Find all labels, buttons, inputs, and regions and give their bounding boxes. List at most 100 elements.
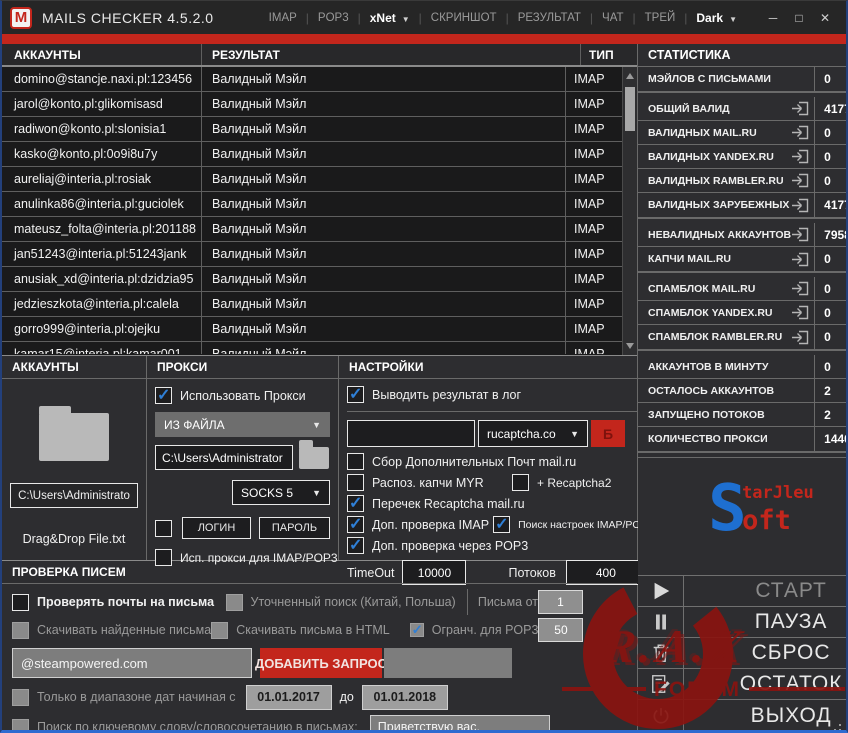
myr-captcha-checkbox[interactable] [347, 474, 364, 491]
table-row[interactable]: anulinka86@interia.pl:guciolek Валидный М… [2, 192, 622, 217]
imap-check-checkbox[interactable] [347, 514, 364, 534]
log-checkbox[interactable] [347, 384, 364, 404]
proxy-type-select[interactable]: SOCKS 5 ▼ [232, 480, 330, 505]
proxy-path-input[interactable] [155, 445, 293, 470]
export-icon[interactable] [791, 227, 809, 242]
captcha-service-select[interactable]: rucaptcha.co ▼ [478, 420, 588, 447]
старт-button[interactable]: СТАРТ [638, 575, 846, 607]
query-extra-field[interactable] [384, 648, 512, 678]
остаток-button[interactable]: ОСТАТОК [638, 668, 846, 700]
close-button[interactable]: ✕ [812, 11, 838, 25]
use-proxy-checkbox[interactable] [155, 385, 172, 405]
table-row[interactable]: jarol@konto.pl:glikomisasd Валидный Мэйл I… [2, 92, 622, 117]
action-buttons: СТАРТ ПАУЗА СБРОС ОСТАТОК ВЫХОД [638, 575, 846, 730]
scroll-down-icon[interactable] [626, 343, 634, 349]
scroll-up-icon[interactable] [626, 73, 634, 79]
scrollbar-thumb[interactable] [625, 87, 635, 131]
minimize-button[interactable]: ─ [760, 11, 786, 25]
menu-item-dark[interactable]: Dark ▼ [687, 11, 746, 25]
pop3-limit-checkbox[interactable] [409, 622, 424, 638]
export-icon[interactable] [791, 173, 809, 188]
export-icon[interactable] [791, 305, 809, 320]
export-icon[interactable] [791, 125, 809, 140]
table-scrollbar[interactable] [622, 67, 637, 355]
table-row[interactable]: kasko@konto.pl:0o9i8u7y Валидный Мэйл IMAP [2, 142, 622, 167]
menu-item-pop3[interactable]: POP3 [309, 12, 358, 24]
date-from-input[interactable] [245, 684, 332, 710]
table-row[interactable]: anusiak_xd@interia.pl:dzidzia95 Валидный … [2, 267, 622, 292]
menu-item-xnet[interactable]: xNet ▼ [361, 11, 419, 25]
stat-label: ВАЛИДНЫХ YANDEX.RU [648, 150, 774, 163]
table-row[interactable]: jan51243@interia.pl:51243jank Валидный Мэ… [2, 242, 622, 267]
results-table: АККАУНТЫ РЕЗУЛЬТАТ ТИП domino@stancje.na… [2, 44, 637, 356]
stat-row: КОЛИЧЕСТВО ПРОКСИ 1440 [638, 427, 846, 451]
menu-item-imap[interactable]: IMAP [260, 12, 306, 24]
stat-value: 0 [814, 120, 846, 145]
titlebar-menu: IMAP | POP3 | xNet ▼ | СКРИНШОТ | РЕЗУЛЬТАТ | ЧАТ | Т… [260, 11, 746, 25]
add-query-button[interactable]: ДОБАВИТЬ ЗАПРОС [255, 648, 387, 678]
accounts-panel: АККАУНТЫ C:\Users\Administrato Drag&Drop… [2, 356, 147, 560]
пауза-button[interactable]: ПАУЗА [638, 606, 846, 638]
stat-row: НЕВАЛИДНЫХ АККАУНТОВ 795847 [638, 222, 846, 247]
cell-result: Валидный Мэйл [202, 342, 566, 354]
table-row[interactable]: mateusz_folta@interia.pl:201188 Валидный … [2, 217, 622, 242]
stat-row: СПАМБЛОК RAMBLER.RU 0 [638, 325, 846, 349]
table-row[interactable]: jedzieszkota@interia.pl:calela Валидный М… [2, 292, 622, 317]
pop3-limit-input[interactable] [538, 618, 584, 642]
balance-button[interactable]: Б [591, 420, 625, 447]
menu-item-результат[interactable]: РЕЗУЛЬТАТ [509, 12, 590, 24]
table-row[interactable]: aureliaj@interia.pl:rosiak Валидный Мэйл I… [2, 167, 622, 192]
export-icon[interactable] [791, 198, 809, 213]
folder-icon[interactable] [39, 406, 109, 461]
menu-item-чат[interactable]: ЧАТ [593, 12, 632, 24]
export-icon[interactable] [791, 330, 809, 345]
accounts-path-field[interactable]: C:\Users\Administrato [10, 483, 138, 508]
maximize-button[interactable]: □ [786, 11, 812, 25]
выход-button[interactable]: ВЫХОД [638, 700, 846, 730]
export-icon[interactable] [791, 101, 809, 116]
proxy-auth-checkbox[interactable] [155, 519, 172, 537]
letters-from-input[interactable] [538, 590, 583, 614]
date-to-input[interactable] [361, 684, 448, 710]
keyword-input[interactable] [369, 714, 550, 730]
proxy-imap-pop3-checkbox[interactable] [155, 549, 172, 566]
table-row[interactable]: kamar15@interia.pl:kamar001 Валидный Мэйл… [2, 342, 622, 354]
refined-search-checkbox[interactable] [225, 593, 243, 611]
resize-grip-icon[interactable] [839, 724, 841, 726]
table-header: АККАУНТЫ РЕЗУЛЬТАТ ТИП [2, 44, 637, 67]
download-letters-checkbox[interactable] [12, 621, 29, 639]
recaptcha2-checkbox[interactable] [512, 474, 529, 491]
pop3-check-checkbox[interactable] [347, 535, 364, 555]
export-icon[interactable] [791, 252, 809, 267]
proxy-source-select[interactable]: ИЗ ФАЙЛА ▼ [155, 412, 330, 437]
table-row[interactable]: radiwon@konto.pl:slonisia1 Валидный Мэйл I… [2, 117, 622, 142]
stats-group: СПАМБЛОК MAIL.RU 0 СПАМБЛОК YANDEX.RU 0 СПАМ… [638, 276, 846, 351]
stat-value: 0 [814, 144, 846, 169]
date-range-checkbox[interactable] [12, 688, 29, 706]
password-button[interactable]: ПАРОЛЬ [259, 517, 330, 539]
stat-label: ВАЛИДНЫХ RAMBLER.RU [648, 174, 784, 187]
menu-item-скриншот[interactable]: СКРИНШОТ [422, 12, 506, 24]
perechek-label: Перечек Recaptcha mail.ru [372, 496, 525, 511]
captcha-key-input[interactable] [347, 420, 475, 447]
сброс-button[interactable]: СБРОС [638, 637, 846, 669]
keyword-checkbox[interactable] [12, 718, 29, 730]
col-header-result: РЕЗУЛЬТАТ [202, 44, 581, 65]
export-icon[interactable] [791, 149, 809, 164]
imap-pop-search-checkbox[interactable] [493, 514, 511, 534]
cell-account: domino@stancje.naxi.pl:123456 [2, 67, 202, 91]
collect-mail-checkbox[interactable] [347, 453, 364, 470]
logo-text-top: tarJleu [742, 482, 814, 503]
query-input[interactable] [12, 648, 252, 678]
perechek-checkbox[interactable] [347, 493, 364, 513]
browse-folder-icon[interactable] [299, 439, 329, 469]
check-mail-checkbox[interactable] [12, 593, 29, 611]
export-icon[interactable] [791, 281, 809, 296]
app-logo-icon: M [10, 6, 32, 29]
table-row[interactable]: domino@stancje.naxi.pl:123456 Валидный Мэ… [2, 67, 622, 92]
menu-item-трей[interactable]: ТРЕЙ [636, 12, 685, 24]
login-button[interactable]: ЛОГИН [182, 517, 252, 539]
html-letters-checkbox[interactable] [211, 621, 229, 639]
stat-label: АККАУНТОВ В МИНУТУ [648, 360, 769, 373]
table-row[interactable]: gorro999@interia.pl:ojejku Валидный Мэйл I… [2, 317, 622, 342]
